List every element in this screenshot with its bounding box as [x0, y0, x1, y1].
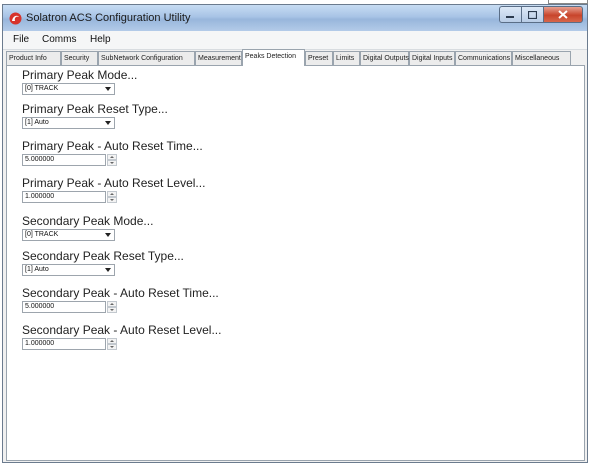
- dropdown-arrow-icon: [105, 87, 111, 91]
- primary-peak-reset-level-label: Primary Peak - Auto Reset Level...: [22, 176, 206, 190]
- primary-peak-reset-type-value: [1] Auto: [25, 119, 49, 126]
- close-button[interactable]: [543, 6, 583, 23]
- spin-buttons: [107, 191, 117, 203]
- spin-up-icon: [110, 303, 114, 305]
- spin-up-icon: [110, 193, 114, 195]
- menu-file[interactable]: File: [13, 34, 29, 45]
- secondary-peak-reset-time-spinner: 5.000000: [22, 301, 118, 313]
- secondary-peak-reset-type-select[interactable]: [1] Auto: [22, 264, 115, 276]
- tab-communications[interactable]: Communications: [455, 51, 512, 65]
- title-bar[interactable]: Solatron ACS Configuration Utility: [3, 5, 587, 32]
- window-title: Solatron ACS Configuration Utility: [26, 12, 191, 24]
- primary-peak-reset-time-input[interactable]: 5.000000: [22, 154, 106, 166]
- secondary-peak-reset-type-label: Secondary Peak Reset Type...: [22, 249, 184, 263]
- tab-digital-inputs[interactable]: Digital Inputs: [409, 51, 455, 65]
- dropdown-arrow-icon: [105, 268, 111, 272]
- tab-subnetwork-configuration[interactable]: SubNetwork Configuration: [98, 51, 195, 65]
- spin-down-icon: [110, 309, 114, 311]
- secondary-peak-mode-group: Secondary Peak Mode... [0] TRACK: [22, 214, 153, 241]
- minimize-icon: [506, 15, 514, 18]
- primary-peak-reset-time-spinner: 5.000000: [22, 154, 118, 166]
- secondary-peak-reset-level-value: 1.000000: [25, 340, 55, 347]
- primary-peak-mode-select[interactable]: [0] TRACK: [22, 83, 115, 95]
- secondary-peak-reset-time-input[interactable]: 5.000000: [22, 301, 106, 313]
- primary-peak-reset-level-value: 1.000000: [25, 193, 55, 200]
- primary-peak-reset-time-label: Primary Peak - Auto Reset Time...: [22, 139, 203, 153]
- spin-down-icon: [110, 162, 114, 164]
- primary-peak-reset-level-spinner: 1.000000: [22, 191, 118, 203]
- spin-down-icon: [110, 199, 114, 201]
- spin-down-button[interactable]: [107, 344, 117, 350]
- primary-peak-mode-label: Primary Peak Mode...: [22, 68, 138, 82]
- minimize-button[interactable]: [499, 6, 521, 23]
- spin-down-icon: [110, 346, 114, 348]
- close-icon: [558, 10, 568, 19]
- secondary-peak-reset-level-spinner: 1.000000: [22, 338, 118, 350]
- primary-peak-reset-type-label: Primary Peak Reset Type...: [22, 102, 168, 116]
- secondary-peak-reset-time-label: Secondary Peak - Auto Reset Time...: [22, 286, 219, 300]
- secondary-peak-reset-time-value: 5.000000: [25, 303, 55, 310]
- tab-peaks-detection[interactable]: Peaks Detection: [242, 49, 305, 66]
- secondary-peak-reset-level-input[interactable]: 1.000000: [22, 338, 106, 350]
- spin-buttons: [107, 301, 117, 313]
- secondary-peak-mode-label: Secondary Peak Mode...: [22, 214, 154, 228]
- secondary-peak-mode-value: [0] TRACK: [25, 231, 59, 238]
- tab-strip: Product Info Security SubNetwork Configu…: [6, 49, 587, 66]
- app-window: Solatron ACS Configuration Utility File …: [2, 4, 588, 463]
- spin-down-button[interactable]: [107, 160, 117, 166]
- menu-help[interactable]: Help: [90, 34, 111, 45]
- maximize-button[interactable]: [521, 6, 543, 23]
- tab-preset[interactable]: Preset: [305, 51, 333, 65]
- secondary-peak-reset-type-value: [1] Auto: [25, 266, 49, 273]
- dropdown-arrow-icon: [105, 121, 111, 125]
- menu-comms[interactable]: Comms: [42, 34, 76, 45]
- primary-peak-reset-level-group: Primary Peak - Auto Reset Level... 1.000…: [22, 176, 205, 203]
- secondary-peak-reset-type-group: Secondary Peak Reset Type... [1] Auto: [22, 249, 184, 276]
- primary-peak-reset-level-input[interactable]: 1.000000: [22, 191, 106, 203]
- solartron-logo-icon: [9, 12, 22, 25]
- peaks-detection-panel: Primary Peak Mode... [0] TRACK Primary P…: [6, 65, 585, 461]
- spin-down-button[interactable]: [107, 197, 117, 203]
- primary-peak-mode-value: [0] TRACK: [25, 85, 59, 92]
- tab-miscellaneous[interactable]: Miscellaneous: [512, 51, 571, 65]
- secondary-peak-mode-select[interactable]: [0] TRACK: [22, 229, 115, 241]
- spin-up-icon: [110, 156, 114, 158]
- tab-product-info[interactable]: Product Info: [6, 51, 61, 65]
- dropdown-arrow-icon: [105, 233, 111, 237]
- primary-peak-mode-group: Primary Peak Mode... [0] TRACK: [22, 68, 137, 95]
- primary-peak-reset-type-group: Primary Peak Reset Type... [1] Auto: [22, 102, 168, 129]
- secondary-peak-reset-level-group: Secondary Peak - Auto Reset Level... 1.0…: [22, 323, 221, 350]
- maximize-icon: [528, 10, 537, 19]
- caption-buttons: [499, 6, 583, 23]
- tab-digital-outputs[interactable]: Digital Outputs: [360, 51, 409, 65]
- spin-down-button[interactable]: [107, 307, 117, 313]
- spin-buttons: [107, 154, 117, 166]
- tab-limits[interactable]: Limits: [333, 51, 360, 65]
- tab-security[interactable]: Security: [61, 51, 98, 65]
- menu-bar: File Comms Help: [3, 31, 587, 50]
- primary-peak-reset-time-group: Primary Peak - Auto Reset Time... 5.0000…: [22, 139, 203, 166]
- secondary-peak-reset-level-label: Secondary Peak - Auto Reset Level...: [22, 323, 222, 337]
- secondary-peak-reset-time-group: Secondary Peak - Auto Reset Time... 5.00…: [22, 286, 219, 313]
- tab-measurement[interactable]: Measurement: [195, 51, 242, 65]
- primary-peak-reset-type-select[interactable]: [1] Auto: [22, 117, 115, 129]
- spin-buttons: [107, 338, 117, 350]
- spin-up-icon: [110, 340, 114, 342]
- primary-peak-reset-time-value: 5.000000: [25, 156, 55, 163]
